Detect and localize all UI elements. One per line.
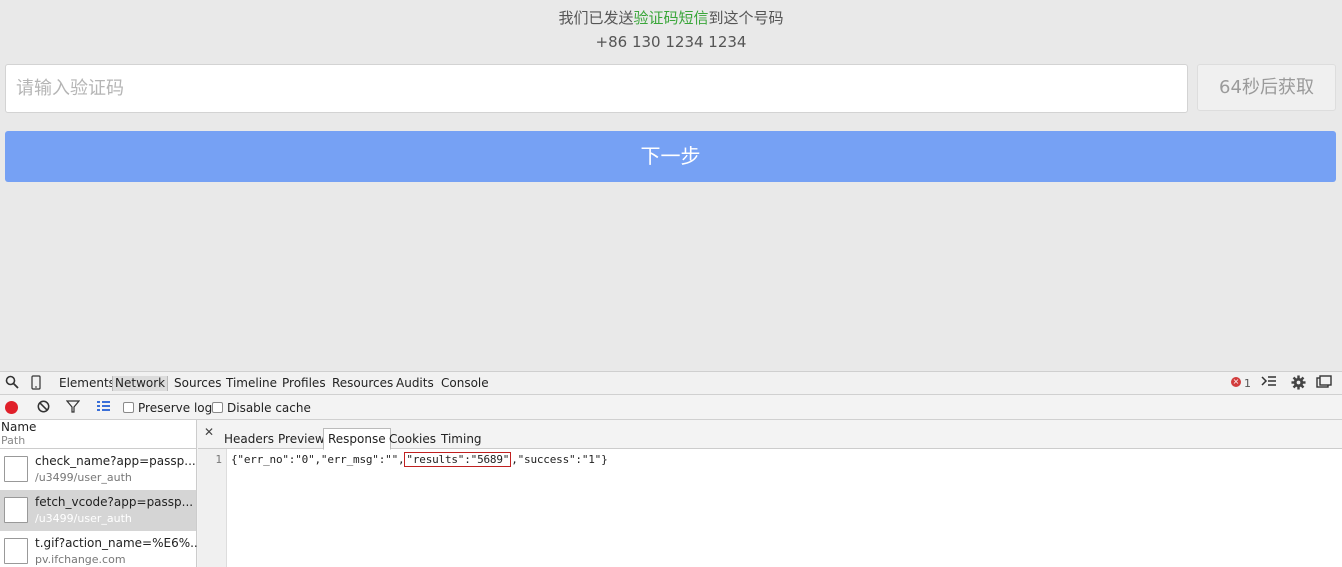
file-icon (4, 456, 28, 482)
tab-preview[interactable]: Preview (278, 432, 325, 446)
sent-highlight: 验证码短信 (633, 9, 709, 27)
file-icon (4, 497, 28, 523)
tab-cookies[interactable]: Cookies (389, 432, 436, 446)
devtools-tabbar: Elements Network Sources Timeline Profil… (0, 372, 1342, 395)
next-step-button[interactable]: 下一步 (5, 131, 1336, 182)
dock-side-icon[interactable] (1316, 375, 1332, 391)
tab-elements[interactable]: Elements (59, 376, 115, 391)
preserve-log-checkbox[interactable] (123, 402, 134, 413)
tab-timing[interactable]: Timing (441, 432, 482, 446)
request-row[interactable]: t.gif?action_name=%E6%... pv.ifchange.co… (0, 531, 202, 567)
line-number: 1 (215, 453, 222, 466)
request-name: fetch_vcode?app=passp... (35, 495, 194, 509)
network-toolbar: Preserve log Disable cache (0, 396, 1342, 420)
request-row[interactable]: check_name?app=passp... /u3499/user_auth (0, 449, 196, 490)
tab-console[interactable]: Console (441, 376, 489, 391)
request-row-selected[interactable]: fetch_vcode?app=passp... /u3499/user_aut… (0, 490, 196, 531)
request-path: /u3499/user_auth (35, 471, 132, 484)
resend-countdown-button[interactable]: 64秒后获取 (1197, 64, 1336, 111)
request-path: /u3499/user_auth (35, 512, 132, 525)
request-detail: ✕ Headers Preview Response Cookies Timin… (198, 420, 1342, 567)
request-path: pv.ifchange.com (35, 553, 126, 566)
console-drawer-icon[interactable] (1261, 375, 1277, 391)
devtools-panel: Elements Network Sources Timeline Profil… (0, 371, 1342, 567)
error-icon[interactable]: × (1231, 377, 1241, 387)
sent-message: 我们已发送验证码短信到这个号码 (0, 8, 1342, 28)
highlighted-results: "results":"5689" (404, 452, 512, 467)
name-column-header[interactable]: Name Path (0, 420, 196, 449)
tab-timeline[interactable]: Timeline (226, 376, 277, 391)
settings-gear-icon[interactable] (1290, 375, 1306, 391)
request-name: check_name?app=passp... (35, 454, 196, 468)
tab-headers[interactable]: Headers (224, 432, 274, 446)
preserve-log-label[interactable]: Preserve log (138, 401, 212, 415)
tab-audits[interactable]: Audits (396, 376, 434, 391)
inspect-search-icon[interactable] (4, 375, 20, 391)
name-header-label: Name (1, 420, 37, 434)
filter-icon[interactable] (65, 400, 81, 416)
sent-suffix: 到这个号码 (708, 9, 784, 27)
tab-response[interactable]: Response (323, 428, 391, 450)
verification-code-input[interactable] (5, 64, 1188, 113)
detail-tabbar: ✕ Headers Preview Response Cookies Timin… (198, 420, 1342, 450)
close-icon[interactable]: ✕ (204, 425, 214, 439)
clear-icon[interactable] (35, 400, 51, 416)
record-button[interactable] (5, 401, 18, 414)
phone-number: +86 130 1234 1234 (595, 33, 747, 51)
sent-prefix: 我们已发送 (558, 9, 634, 27)
tab-resources[interactable]: Resources (332, 376, 393, 391)
disable-cache-label[interactable]: Disable cache (227, 401, 311, 415)
tab-network[interactable]: Network (112, 376, 169, 391)
response-body[interactable]: {"err_no":"0","err_msg":"", "results":"56… (231, 452, 608, 467)
request-list: Name Path check_name?app=passp... /u3499… (0, 420, 202, 567)
verification-page: 我们已发送验证码短信到这个号码 +86 130 1234 1234 64秒后获取… (0, 0, 1342, 371)
response-text-start: {"err_no":"0","err_msg":"", (231, 453, 405, 466)
tab-profiles[interactable]: Profiles (282, 376, 326, 391)
error-count[interactable]: 1 (1244, 377, 1251, 390)
device-mode-icon[interactable] (28, 375, 44, 391)
line-number-gutter: 1 (198, 449, 227, 567)
file-icon (4, 538, 28, 564)
disable-cache-checkbox[interactable] (212, 402, 223, 413)
large-rows-icon[interactable] (95, 400, 111, 416)
response-text-end: ,"success":"1"} (511, 453, 608, 466)
path-header-label: Path (1, 434, 26, 447)
tab-sources[interactable]: Sources (174, 376, 221, 391)
request-name: t.gif?action_name=%E6%... (35, 536, 202, 550)
